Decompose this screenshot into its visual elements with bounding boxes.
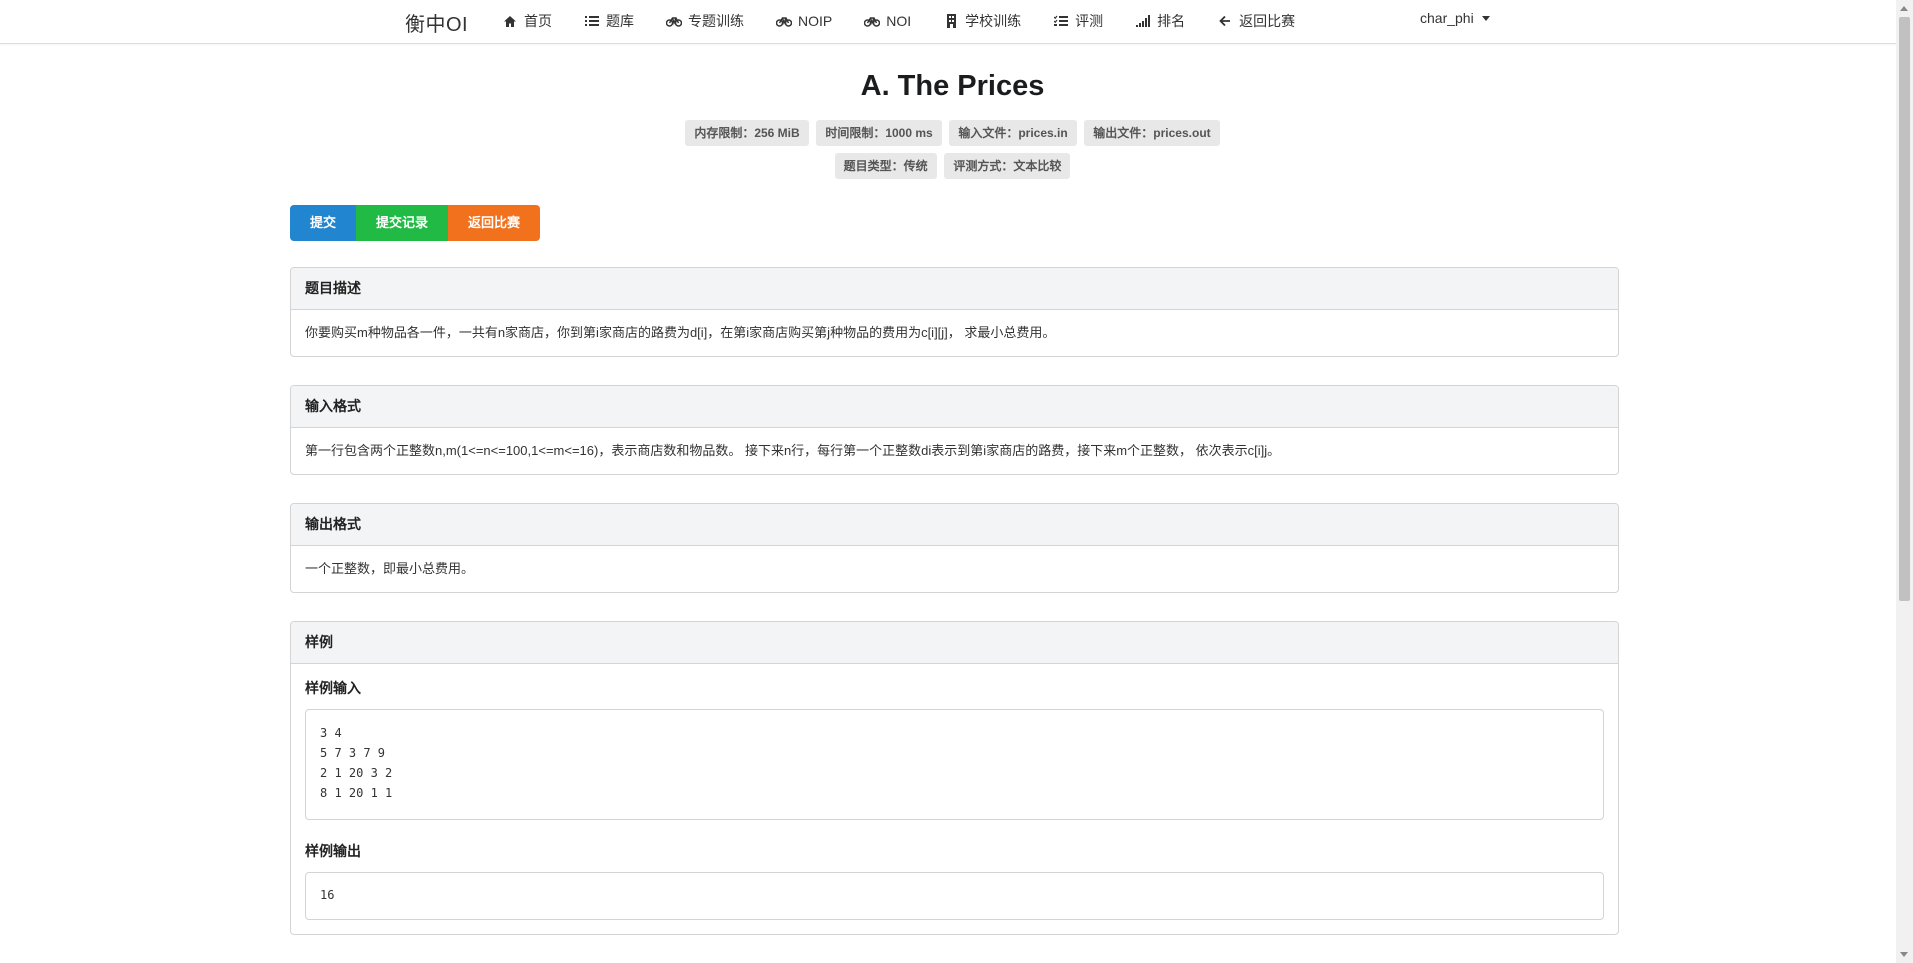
nav-menu: 首页 题库 专题训练 NOIP NOI 学校训练 评测 排名 返回比赛 <box>502 10 1327 32</box>
nav-item-noip[interactable]: NOIP <box>776 10 832 32</box>
nav-label: 学校训练 <box>965 13 1022 29</box>
nav-label: 评测 <box>1075 13 1104 29</box>
submit-button[interactable]: 提交 <box>290 205 357 241</box>
problem-limits: 内存限制：256 MiB 时间限制：1000 ms 输入文件：prices.in… <box>0 120 1905 146</box>
bicycle-icon <box>864 14 881 28</box>
sample-output-title: 样例输出 <box>305 843 361 859</box>
sample-body: 样例输入 3 4 5 7 3 7 9 2 1 20 3 2 8 1 20 1 1… <box>291 664 1618 934</box>
back-to-contest-button[interactable]: 返回比赛 <box>448 205 541 241</box>
input-format-text: 第一行包含两个正整数n,m(1<=n<=100,1<=m<=16)，表示商店数和… <box>305 443 1281 458</box>
action-buttons: 提交 提交记录 返回比赛 <box>290 205 541 241</box>
nav-label: 题库 <box>606 13 634 29</box>
nav-label: 返回比赛 <box>1239 13 1296 29</box>
nav-item-home[interactable]: 首页 <box>502 10 552 32</box>
input-format-section: 输入格式 第一行包含两个正整数n,m(1<=n<=100,1<=m<=16)，表… <box>290 385 1619 475</box>
nav-item-noi[interactable]: NOI <box>864 10 911 32</box>
nav-label: 专题训练 <box>688 13 744 29</box>
sample-input-title: 样例输入 <box>305 680 361 696</box>
home-icon <box>502 14 518 28</box>
nav-item-topics[interactable]: 专题训练 <box>666 10 744 32</box>
section-title: 输入格式 <box>291 386 1618 428</box>
time-limit-label: 时间限制：1000 ms <box>816 120 942 146</box>
memory-limit-label: 内存限制：256 MiB <box>685 120 809 146</box>
nav-label: 首页 <box>524 13 552 29</box>
username: char_phi <box>1420 10 1474 26</box>
bicycle-icon <box>666 14 682 28</box>
nav-label: NOI <box>886 13 912 29</box>
scroll-up-arrow-icon[interactable] <box>1900 6 1908 11</box>
problem-meta: 题目类型：传统 评测方式：文本比较 <box>0 153 1905 179</box>
signal-icon <box>1135 14 1151 28</box>
section-title: 输出格式 <box>291 504 1618 546</box>
nav-item-school[interactable]: 学校训练 <box>943 10 1021 32</box>
nav-item-judge[interactable]: 评测 <box>1053 10 1103 32</box>
section-title: 样例 <box>291 622 1618 664</box>
nav-label: 排名 <box>1157 13 1186 29</box>
scroll-down-arrow-icon[interactable] <box>1900 952 1908 957</box>
output-format-section: 输出格式 一个正整数，即最小总费用。 <box>290 503 1619 593</box>
problem-type-label: 题目类型：传统 <box>834 153 937 179</box>
nav-item-problems[interactable]: 题库 <box>584 10 634 32</box>
output-format-text: 一个正整数，即最小总费用。 <box>305 561 475 576</box>
section-title: 题目描述 <box>291 268 1618 310</box>
building-icon <box>943 14 959 28</box>
arrow-left-icon <box>1217 14 1233 28</box>
sample-input-code[interactable]: 3 4 5 7 3 7 9 2 1 20 3 2 8 1 20 1 1 <box>305 709 1604 820</box>
tasks-icon <box>1053 14 1069 28</box>
description-text: 你要购买m种物品各一件，一共有n家商店，你到第i家商店的路费为d[i]，在第i家… <box>305 325 1056 340</box>
description-section: 题目描述 你要购买m种物品各一件，一共有n家商店，你到第i家商店的路费为d[i]… <box>290 267 1619 357</box>
nav-label: NOIP <box>798 13 833 29</box>
submission-records-button[interactable]: 提交记录 <box>356 205 449 241</box>
nav-item-back-contest[interactable]: 返回比赛 <box>1217 10 1295 32</box>
user-dropdown[interactable]: char_phi <box>1420 10 1490 26</box>
bicycle-icon <box>776 14 792 28</box>
list-icon <box>584 14 600 28</box>
output-file-label: 输出文件：prices.out <box>1084 120 1220 146</box>
caret-down-icon <box>1481 15 1490 21</box>
scroll-thumb[interactable] <box>1899 17 1910 601</box>
problem-title: A. The Prices <box>860 70 1045 102</box>
sample-output-code[interactable]: 16 <box>305 872 1604 920</box>
sample-section: 样例 样例输入 3 4 5 7 3 7 9 2 1 20 3 2 8 1 20 … <box>290 621 1619 935</box>
top-navbar: 衡中OI 首页 题库 专题训练 NOIP NOI 学校训练 评测 排名 返回比赛… <box>0 0 1896 44</box>
site-logo[interactable]: 衡中OI <box>405 8 468 37</box>
judge-method-label: 评测方式：文本比较 <box>944 153 1071 179</box>
input-file-label: 输入文件：prices.in <box>949 120 1077 146</box>
nav-item-ranking[interactable]: 排名 <box>1135 10 1185 32</box>
